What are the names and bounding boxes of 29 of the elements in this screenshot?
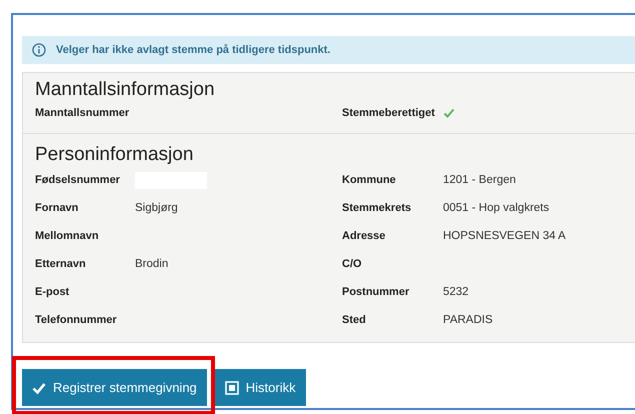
section-heading: Personinformasjon xyxy=(35,144,194,166)
history-button[interactable]: Historikk xyxy=(214,369,306,406)
field-label: Mellomnavn xyxy=(35,230,99,242)
field-label: Stemmekrets xyxy=(342,202,412,214)
field-label: Adresse xyxy=(342,230,386,242)
document-icon xyxy=(224,380,239,394)
field-value: 0051 - Hop valgkrets xyxy=(443,202,550,214)
field-label: Kommune xyxy=(342,174,396,186)
field-value: HOPSNESVEGEN 34 A xyxy=(443,230,566,242)
field-value: Sigbjørg xyxy=(135,202,178,214)
field-label: C/O xyxy=(342,258,362,270)
field-label: Stemmeberettiget xyxy=(342,107,435,119)
field-label: Etternavn xyxy=(35,258,86,270)
field-label: Fornavn xyxy=(35,202,78,214)
field-label: Postnummer xyxy=(342,286,410,298)
check-icon xyxy=(32,380,46,394)
section-heading: Manntallsinformasjon xyxy=(35,79,215,101)
info-icon xyxy=(32,43,46,57)
field-value: PARADIS xyxy=(443,314,493,326)
register-button[interactable]: Registrer stemmegivning xyxy=(22,369,207,406)
field-value: Brodin xyxy=(135,258,168,270)
field-label: Telefonnummer xyxy=(35,314,117,326)
field-label: Manntallsnummer xyxy=(35,107,130,119)
field-value: 1201 - Bergen xyxy=(443,174,516,186)
field-label: E-post xyxy=(35,286,70,298)
field-label: Fødselsnummer xyxy=(35,174,120,186)
field-label: Sted xyxy=(342,314,366,326)
field-value: 5232 xyxy=(443,286,469,298)
alert-text: Velger har ikke avlagt stemme på tidligere tidspunkt. xyxy=(56,44,330,56)
